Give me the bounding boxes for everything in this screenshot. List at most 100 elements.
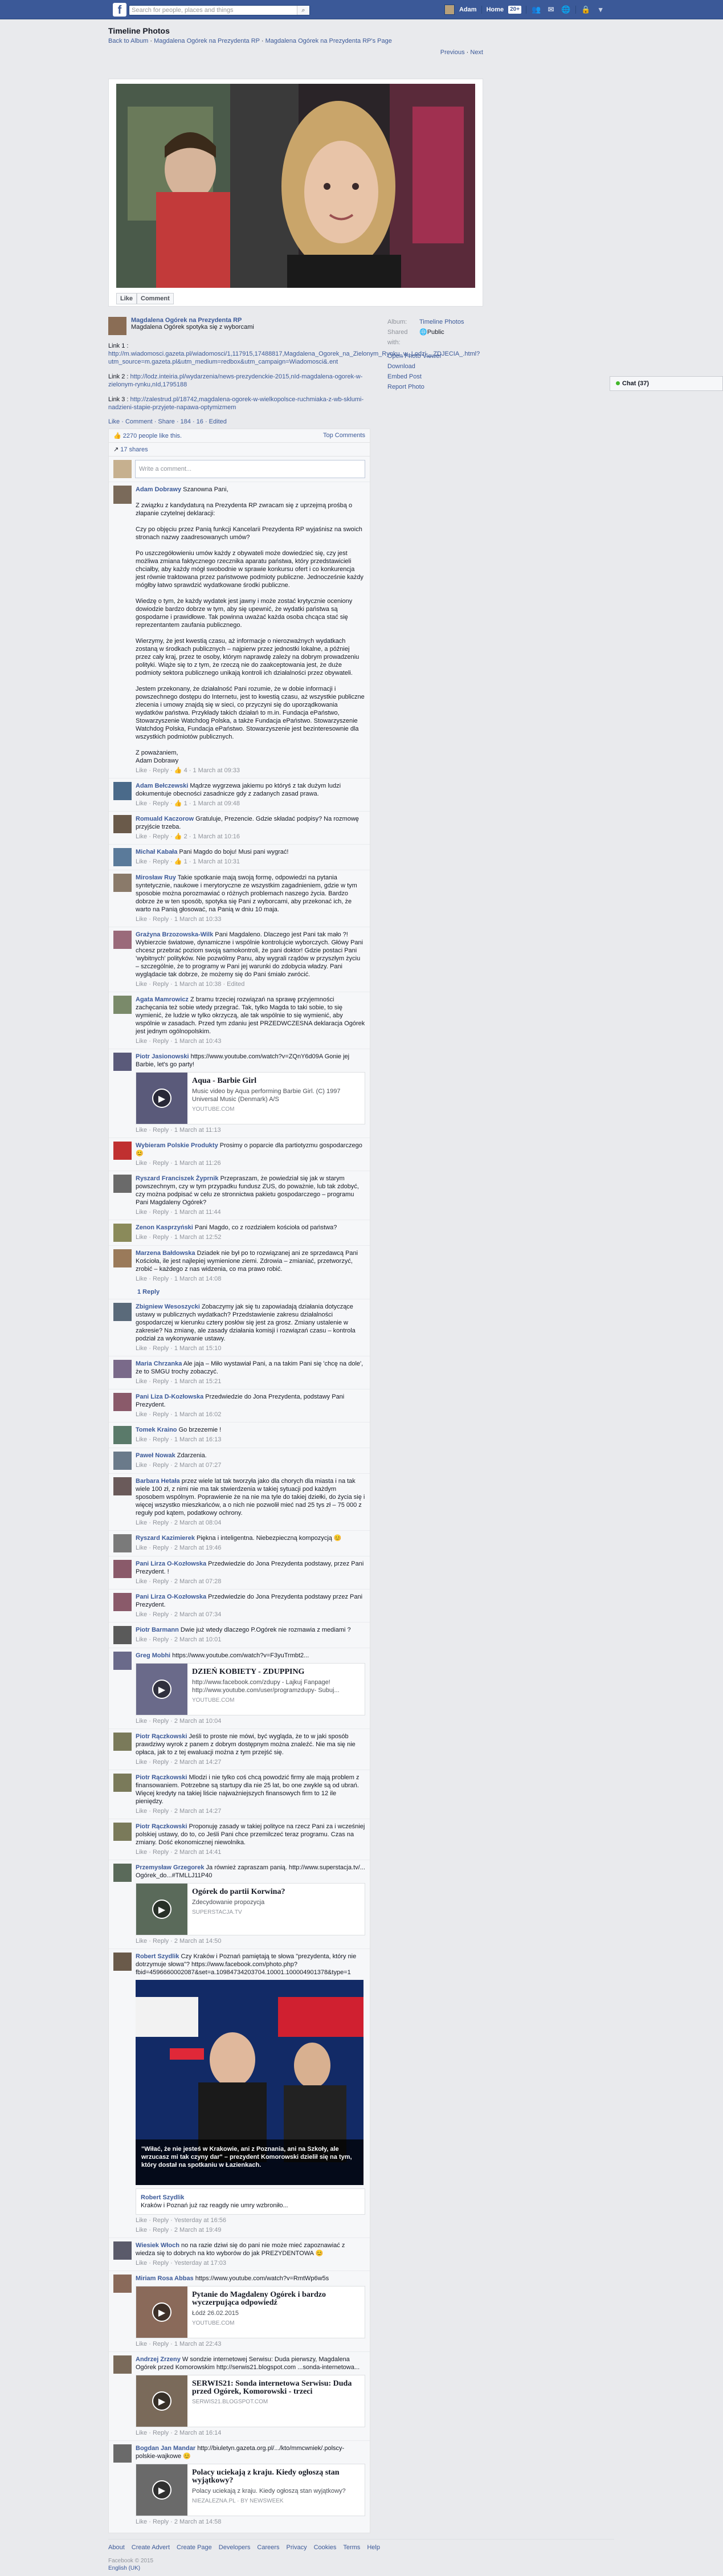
footer-link[interactable]: Privacy: [287, 2544, 307, 2551]
link-thumbnail[interactable]: ▶: [136, 1073, 187, 1124]
report-photo-link[interactable]: Report Photo: [387, 384, 424, 390]
notifications-icon[interactable]: 🌐: [561, 5, 571, 14]
comment-meta[interactable]: Like · Reply · 1 March at 11:26: [136, 1159, 365, 1167]
comment-author[interactable]: Pani Liza D-Kozłowska: [136, 1393, 203, 1400]
comment-meta[interactable]: Like · Reply · 2 March at 14:41: [136, 1848, 365, 1856]
play-icon[interactable]: ▶: [152, 1089, 171, 1108]
comment-author[interactable]: Zbigniew Wesoszycki: [136, 1303, 200, 1310]
avatar[interactable]: [113, 996, 132, 1014]
avatar[interactable]: [113, 1452, 132, 1470]
play-icon[interactable]: ▶: [152, 2391, 171, 2411]
comment-meta[interactable]: Like · Reply · 👍 2 · 1 March at 10:16: [136, 833, 365, 841]
open-photo-viewer-link[interactable]: Open Photo Viewer: [387, 353, 442, 360]
comment-author[interactable]: Romuald Kaczorow: [136, 816, 194, 822]
next-link[interactable]: Next: [470, 49, 483, 56]
link-thumbnail[interactable]: ▶: [136, 1664, 187, 1715]
footer-link[interactable]: About: [108, 2544, 125, 2551]
footer-link[interactable]: Cookies: [314, 2544, 337, 2551]
comment-author[interactable]: Piotr Barmann: [136, 1627, 179, 1633]
likes-count[interactable]: 2270 people like this.: [123, 433, 182, 439]
avatar[interactable]: [113, 2241, 132, 2260]
avatar[interactable]: [113, 874, 132, 892]
comment-author[interactable]: Bogdan Jan Mandar: [136, 2445, 195, 2452]
comment-meta[interactable]: Like · Reply · 2 March at 19:49: [136, 2226, 365, 2234]
avatar[interactable]: [108, 317, 126, 335]
comment-author[interactable]: Pani Lirza O-Kozłowska: [136, 1593, 206, 1600]
comment-photo[interactable]: "Wiłać, że nie jesteś w Krakowie, ani z …: [136, 1980, 363, 2185]
link-preview[interactable]: ▶ SERWIS21: Sonda internetowa Serwisu: D…: [136, 2375, 365, 2427]
comment-author[interactable]: Barbara Hetała: [136, 1478, 180, 1485]
avatar[interactable]: [113, 1142, 132, 1160]
home-link[interactable]: Home: [487, 6, 504, 13]
link-title[interactable]: DZIEŃ KOBIETY - ZDUPPING: [192, 1668, 360, 1676]
avatar[interactable]: [113, 1053, 132, 1071]
comment-button[interactable]: Comment: [137, 293, 174, 304]
play-icon[interactable]: ▶: [152, 2480, 171, 2500]
friend-requests-icon[interactable]: 👥: [531, 5, 541, 14]
profile-link[interactable]: Adam: [459, 6, 477, 13]
comment-author[interactable]: Wiesiek Włoch: [136, 2242, 179, 2249]
avatar[interactable]: [113, 1864, 132, 1882]
comment-meta[interactable]: Like · Reply · 1 March at 11:13: [136, 1126, 365, 1134]
language-link[interactable]: English (UK): [108, 2565, 140, 2571]
link-title[interactable]: SERWIS21: Sonda internetowa Serwisu: Dud…: [192, 2380, 360, 2396]
play-icon[interactable]: ▶: [152, 2302, 171, 2322]
avatar[interactable]: [113, 1560, 132, 1578]
comment-author[interactable]: Miriam Rosa Abbas: [136, 2275, 194, 2282]
avatar[interactable]: [113, 1534, 132, 1552]
album-link[interactable]: Magdalena Ogórek na Prezydenta RP's Page: [265, 38, 392, 44]
avatar[interactable]: [113, 1953, 132, 1971]
avatar[interactable]: [113, 931, 132, 949]
comment-meta[interactable]: Like · Reply · 1 March at 15:10: [136, 1344, 365, 1352]
avatar[interactable]: [113, 1360, 132, 1378]
comment-author[interactable]: Pani Lirza O-Kozłowska: [136, 1560, 206, 1567]
avatar[interactable]: [113, 2444, 132, 2463]
comment-meta[interactable]: Like · Reply · 1 March at 15:21: [136, 1377, 365, 1385]
link-title[interactable]: Aqua - Barbie Girl: [192, 1077, 360, 1085]
embed-post-link[interactable]: Embed Post: [387, 373, 422, 380]
album-value[interactable]: Timeline Photos: [419, 317, 464, 327]
link-title[interactable]: Polacy uciekają z kraju. Kiedy ogłoszą s…: [192, 2469, 360, 2485]
comment-author[interactable]: Piotr Rączkowski: [136, 1733, 187, 1740]
comment-author[interactable]: Adam Dobrawy: [136, 486, 181, 493]
comment-meta[interactable]: Like · Reply · 1 March at 10:33: [136, 915, 365, 923]
link-preview[interactable]: ▶ Polacy uciekają z kraju. Kiedy ogłoszą…: [136, 2464, 365, 2516]
avatar[interactable]: [113, 1774, 132, 1792]
comment-author[interactable]: Piotr Jasionowski: [136, 1053, 189, 1060]
avatar[interactable]: [113, 815, 132, 833]
comment-meta[interactable]: Like · Reply · 👍 1 · 1 March at 10:31: [136, 858, 365, 866]
search-input[interactable]: Search for people, places and things ⌕: [129, 5, 310, 15]
footer-link[interactable]: Help: [367, 2544, 380, 2551]
main-photo[interactable]: [116, 84, 475, 288]
top-comments-toggle[interactable]: Top Comments: [323, 432, 365, 439]
privacy-shortcuts-icon[interactable]: 🔒: [581, 5, 591, 14]
avatar[interactable]: [113, 1249, 132, 1267]
link3[interactable]: http://zalestrud.pl/18742,magdalena-ogor…: [108, 396, 363, 411]
footer-link[interactable]: Create Advert: [132, 2544, 170, 2551]
avatar[interactable]: [113, 1224, 132, 1242]
link-thumbnail[interactable]: ▶: [136, 2464, 187, 2516]
link-preview[interactable]: ▶ Aqua - Barbie Girl Music video by Aqua…: [136, 1072, 365, 1124]
avatar[interactable]: [113, 1823, 132, 1841]
footer-link[interactable]: Terms: [343, 2544, 360, 2551]
link-title[interactable]: Pytanie do Magdaleny Ogórek i bardzo wyc…: [192, 2291, 360, 2307]
comment-meta[interactable]: Like · Reply · Yesterday at 17:03: [136, 2259, 365, 2267]
search-icon[interactable]: ⌕: [297, 6, 309, 15]
comment-author[interactable]: Marzena Bałdowska: [136, 1250, 195, 1257]
comment-author[interactable]: Wybieram Polskie Produkty: [136, 1142, 218, 1149]
comment-meta[interactable]: Like · Reply · 1 March at 10:43: [136, 1037, 365, 1045]
comment-meta[interactable]: Like · Reply · 2 March at 08:04: [136, 1519, 365, 1527]
comment-meta[interactable]: Like · Reply · 2 March at 14:27: [136, 1807, 365, 1815]
link2[interactable]: http://lodz.inteiria.pl/wydarzenia/news-…: [108, 373, 362, 388]
link-preview[interactable]: ▶ Pytanie do Magdaleny Ogórek i bardzo w…: [136, 2286, 365, 2338]
comment-meta[interactable]: Like · Reply · 2 March at 10:04: [136, 1717, 365, 1725]
download-link[interactable]: Download: [387, 363, 415, 370]
owner-name[interactable]: Magdalena Ogórek na Prezydenta RP: [131, 317, 254, 324]
avatar[interactable]: [113, 1626, 132, 1644]
avatar[interactable]: [113, 1393, 132, 1411]
comment-meta[interactable]: Like · Reply · 1 March at 11:44: [136, 1208, 365, 1216]
footer-link[interactable]: Create Page: [177, 2544, 212, 2551]
avatar[interactable]: [113, 782, 132, 800]
comment-meta[interactable]: Like · Reply · 2 March at 16:14: [136, 2429, 365, 2437]
comment-meta[interactable]: Like · Reply · 2 March at 14:58: [136, 2518, 365, 2526]
